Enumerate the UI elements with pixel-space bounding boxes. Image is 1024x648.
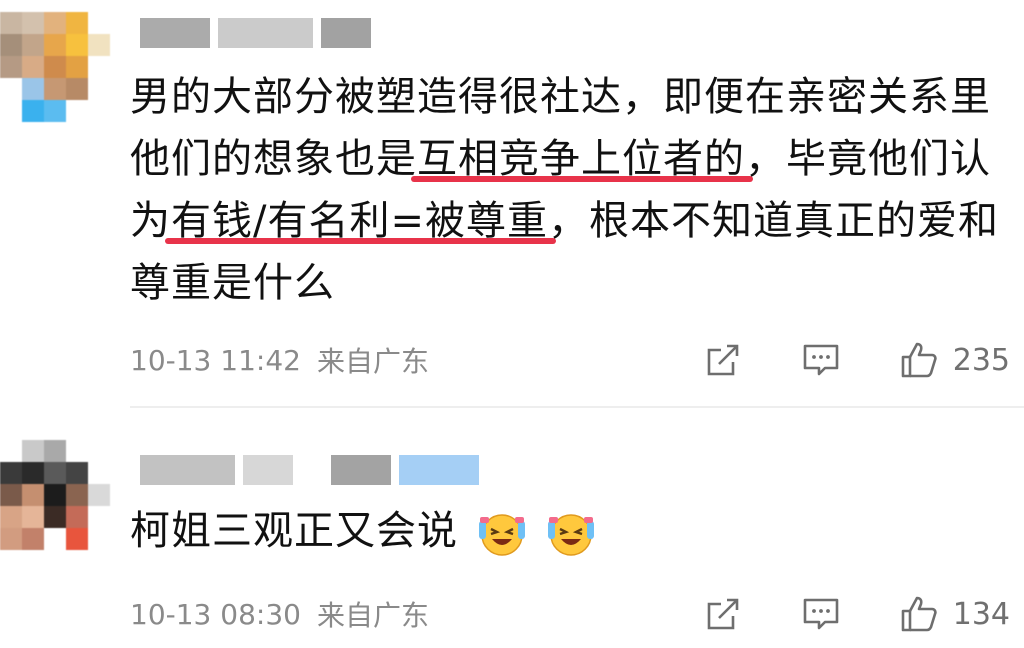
location: 来自广东 — [316, 345, 429, 378]
timestamp: 10-13 11:42 — [130, 343, 301, 377]
username-blurred[interactable] — [140, 18, 371, 48]
share-icon — [707, 598, 739, 630]
share-button[interactable] — [703, 340, 743, 380]
avatar[interactable] — [0, 440, 110, 550]
like-button[interactable]: 134 — [899, 594, 1010, 634]
highlighted-text: 互相竞争上位者的 — [417, 136, 745, 182]
comment-meta: 10-13 11:42 来自广东 235 — [130, 340, 1010, 380]
comment-icon — [803, 344, 839, 376]
comment-text: 柯姐三观正又会说 — [130, 500, 1010, 562]
like-count: 235 — [952, 342, 1010, 378]
like-icon — [901, 342, 937, 378]
comment-text-content: 柯姐三观正又会说 — [130, 508, 458, 554]
comment-meta: 10-13 08:30 来自广东 134 — [130, 594, 1010, 634]
divider — [130, 406, 1024, 408]
share-button[interactable] — [703, 594, 743, 634]
comment-text: 男的大部分被塑造得很社达，即便在亲密关系里他们的想象也是互相竞争上位者的，毕竟他… — [130, 66, 1010, 314]
comment-icon — [803, 598, 839, 630]
laugh-cry-emoji — [478, 514, 525, 556]
like-button[interactable]: 235 — [899, 340, 1010, 380]
comment-actions: 134 — [703, 594, 1010, 634]
timestamp: 10-13 08:30 — [130, 597, 301, 631]
reply-button[interactable] — [801, 594, 841, 634]
reply-button[interactable] — [801, 340, 841, 380]
comment-actions: 235 — [703, 340, 1010, 380]
like-count: 134 — [952, 596, 1010, 632]
avatar[interactable] — [0, 12, 110, 122]
like-icon — [901, 596, 937, 632]
share-icon — [707, 344, 739, 376]
location: 来自广东 — [316, 599, 429, 632]
laugh-cry-emoji — [548, 514, 595, 556]
highlighted-text: 有钱/有名利=被尊重 — [171, 198, 548, 244]
username-blurred[interactable] — [140, 455, 479, 485]
